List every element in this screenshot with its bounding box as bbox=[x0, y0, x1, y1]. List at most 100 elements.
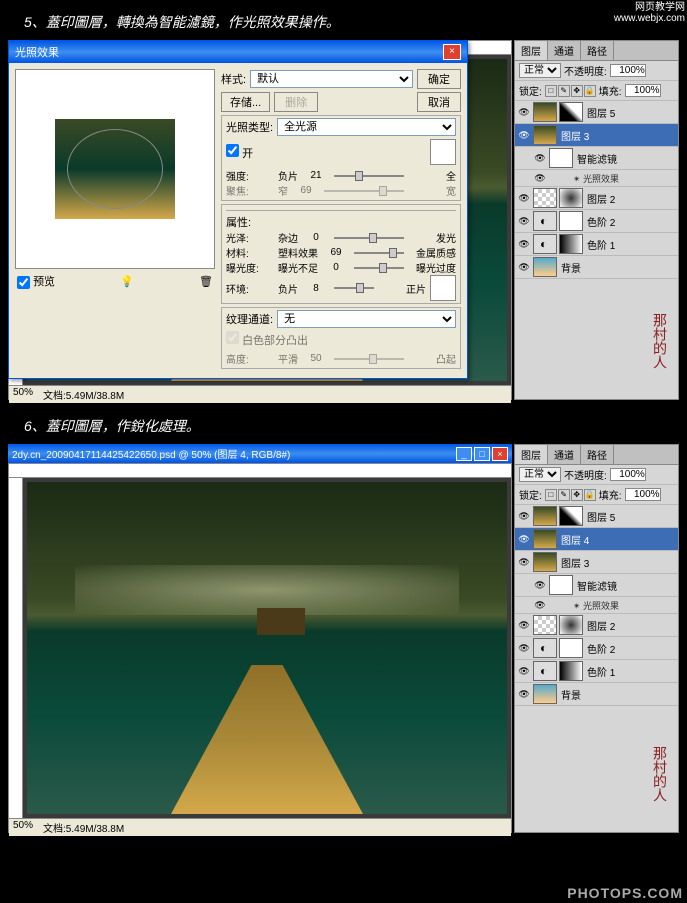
tab-channels[interactable]: 通道 bbox=[548, 41, 581, 60]
eye-icon[interactable]: 👁 bbox=[517, 260, 531, 274]
texture-select[interactable]: 无 bbox=[277, 310, 456, 328]
layer-item[interactable]: 👁✴ 光照效果 bbox=[515, 597, 678, 614]
save-button[interactable]: 存储... bbox=[221, 92, 270, 112]
eye-icon[interactable]: 👁 bbox=[517, 509, 531, 523]
delete-button[interactable]: 删除 bbox=[274, 92, 318, 112]
intensity-slider[interactable]: 强度: 负片 21 全 bbox=[226, 168, 456, 183]
eye-icon[interactable]: 👁 bbox=[517, 128, 531, 142]
mask-thumb[interactable] bbox=[559, 102, 583, 122]
lock-icons[interactable]: □✎✥🔒 bbox=[545, 489, 596, 501]
layer-name[interactable]: 图层 5 bbox=[585, 105, 615, 120]
blend-mode-select[interactable]: 正常 bbox=[519, 467, 561, 482]
layer-thumb[interactable] bbox=[533, 684, 557, 704]
tab-layers[interactable]: 图层 bbox=[515, 41, 548, 60]
lightbulb-icon[interactable]: 💡 bbox=[120, 275, 134, 288]
layer-thumb[interactable] bbox=[549, 148, 573, 168]
tab-channels[interactable]: 通道 bbox=[548, 445, 581, 464]
layer-name[interactable]: 背景 bbox=[559, 687, 581, 702]
close-icon[interactable]: × bbox=[443, 44, 461, 60]
layer-name[interactable]: 图层 3 bbox=[559, 555, 589, 570]
on-checkbox[interactable]: 开 bbox=[226, 144, 253, 161]
eye-icon[interactable]: 👁 bbox=[517, 105, 531, 119]
dialog-titlebar[interactable]: 光照效果 × bbox=[9, 41, 467, 63]
blend-mode-select[interactable]: 正常 bbox=[519, 63, 561, 78]
mask-thumb[interactable] bbox=[559, 638, 583, 658]
layer-thumb[interactable] bbox=[533, 552, 557, 572]
fill-input[interactable] bbox=[625, 84, 661, 97]
layer-thumb[interactable] bbox=[533, 638, 557, 658]
ambience-color-swatch[interactable] bbox=[430, 275, 456, 301]
lighting-preview[interactable] bbox=[15, 69, 215, 269]
eye-icon[interactable]: 👁 bbox=[517, 555, 531, 569]
minimize-icon[interactable]: _ bbox=[456, 447, 472, 461]
ambience-slider[interactable]: 环境: 负片 8 正片 bbox=[226, 281, 426, 296]
layer-name[interactable]: 色阶 2 bbox=[585, 641, 615, 656]
eye-icon[interactable]: 👁 bbox=[517, 641, 531, 655]
layer-name[interactable]: 图层 2 bbox=[585, 618, 615, 633]
opacity-input[interactable] bbox=[610, 468, 646, 481]
layer-item[interactable]: 👁 图层 3 bbox=[515, 124, 678, 147]
layer-thumb[interactable] bbox=[533, 102, 557, 122]
layer-item[interactable]: 👁 色阶 2 bbox=[515, 210, 678, 233]
mask-thumb[interactable] bbox=[559, 506, 583, 526]
preview-toggle[interactable] bbox=[17, 276, 30, 289]
opacity-input[interactable] bbox=[610, 64, 646, 77]
layer-item[interactable]: 👁 色阶 1 bbox=[515, 233, 678, 256]
mask-thumb[interactable] bbox=[559, 211, 583, 231]
eye-icon[interactable]: 👁 bbox=[517, 618, 531, 632]
document-titlebar[interactable]: 2dy.cn_20090417114425422650.psd @ 50% (图… bbox=[8, 444, 512, 463]
eye-icon[interactable]: 👁 bbox=[517, 532, 531, 546]
layer-name[interactable]: 背景 bbox=[559, 260, 581, 275]
zoom-value[interactable]: 50% bbox=[13, 820, 33, 835]
eye-icon[interactable]: 👁 bbox=[517, 191, 531, 205]
layer-name[interactable]: 色阶 1 bbox=[585, 237, 615, 252]
eye-icon[interactable]: 👁 bbox=[533, 578, 547, 592]
layer-item[interactable]: 👁 图层 2 bbox=[515, 614, 678, 637]
fill-input[interactable] bbox=[625, 488, 661, 501]
eye-icon[interactable]: 👁 bbox=[533, 598, 547, 612]
layer-name[interactable]: 智能滤镜 bbox=[575, 578, 617, 593]
layer-item[interactable]: 👁色阶 1 bbox=[515, 660, 678, 683]
maximize-icon[interactable]: □ bbox=[474, 447, 490, 461]
layer-thumb[interactable] bbox=[533, 211, 557, 231]
layer-item[interactable]: 👁背景 bbox=[515, 683, 678, 706]
light-type-select[interactable]: 全光源 bbox=[277, 118, 456, 136]
light-color-swatch[interactable] bbox=[430, 139, 456, 165]
layer-item[interactable]: 👁 图层 4 bbox=[515, 528, 678, 551]
layer-name[interactable]: 图层 4 bbox=[559, 532, 589, 547]
layer-thumb[interactable] bbox=[549, 575, 573, 595]
layer-item[interactable]: 👁 图层 5 bbox=[515, 101, 678, 124]
tab-paths[interactable]: 路径 bbox=[581, 41, 614, 60]
document-image-6[interactable] bbox=[27, 482, 507, 814]
layer-thumb[interactable] bbox=[533, 188, 557, 208]
layer-item[interactable]: 👁 图层 5 bbox=[515, 505, 678, 528]
tab-layers[interactable]: 图层 bbox=[515, 445, 548, 464]
layer-name[interactable]: 图层 2 bbox=[585, 191, 615, 206]
cancel-button[interactable]: 取消 bbox=[417, 92, 461, 112]
layer-thumb[interactable] bbox=[533, 257, 557, 277]
layer-thumb[interactable] bbox=[533, 615, 557, 635]
trash-icon[interactable]: 🗑 bbox=[199, 275, 213, 288]
eye-icon[interactable]: 👁 bbox=[517, 214, 531, 228]
layer-name[interactable]: 色阶 2 bbox=[585, 214, 615, 229]
mask-thumb[interactable] bbox=[559, 615, 583, 635]
layer-name[interactable]: 图层 5 bbox=[585, 509, 615, 524]
ok-button[interactable]: 确定 bbox=[417, 69, 461, 89]
exposure-slider[interactable]: 曝光度: 曝光不足 0 曝光过度 bbox=[226, 260, 456, 275]
close-icon[interactable]: × bbox=[492, 447, 508, 461]
layer-item[interactable]: 👁 背景 bbox=[515, 256, 678, 279]
zoom-value[interactable]: 50% bbox=[13, 387, 33, 402]
layer-item[interactable]: 👁 智能滤镜 bbox=[515, 574, 678, 597]
eye-icon[interactable]: 👁 bbox=[533, 151, 547, 165]
layer-name[interactable]: 智能滤镜 bbox=[575, 151, 617, 166]
preview-checkbox[interactable]: 预览 bbox=[17, 273, 55, 289]
material-slider[interactable]: 材料: 塑料效果 69 金属质感 bbox=[226, 245, 456, 260]
eye-icon[interactable]: 👁 bbox=[517, 237, 531, 251]
layer-item[interactable]: 👁 智能滤镜 bbox=[515, 147, 678, 170]
layer-name[interactable]: 图层 3 bbox=[559, 128, 589, 143]
lock-icons[interactable]: □✎✥🔒 bbox=[545, 85, 596, 97]
gloss-slider[interactable]: 光泽: 杂边 0 发光 bbox=[226, 230, 456, 245]
mask-thumb[interactable] bbox=[559, 188, 583, 208]
style-select[interactable]: 默认 bbox=[250, 70, 413, 88]
layer-name[interactable]: 色阶 1 bbox=[585, 664, 615, 679]
